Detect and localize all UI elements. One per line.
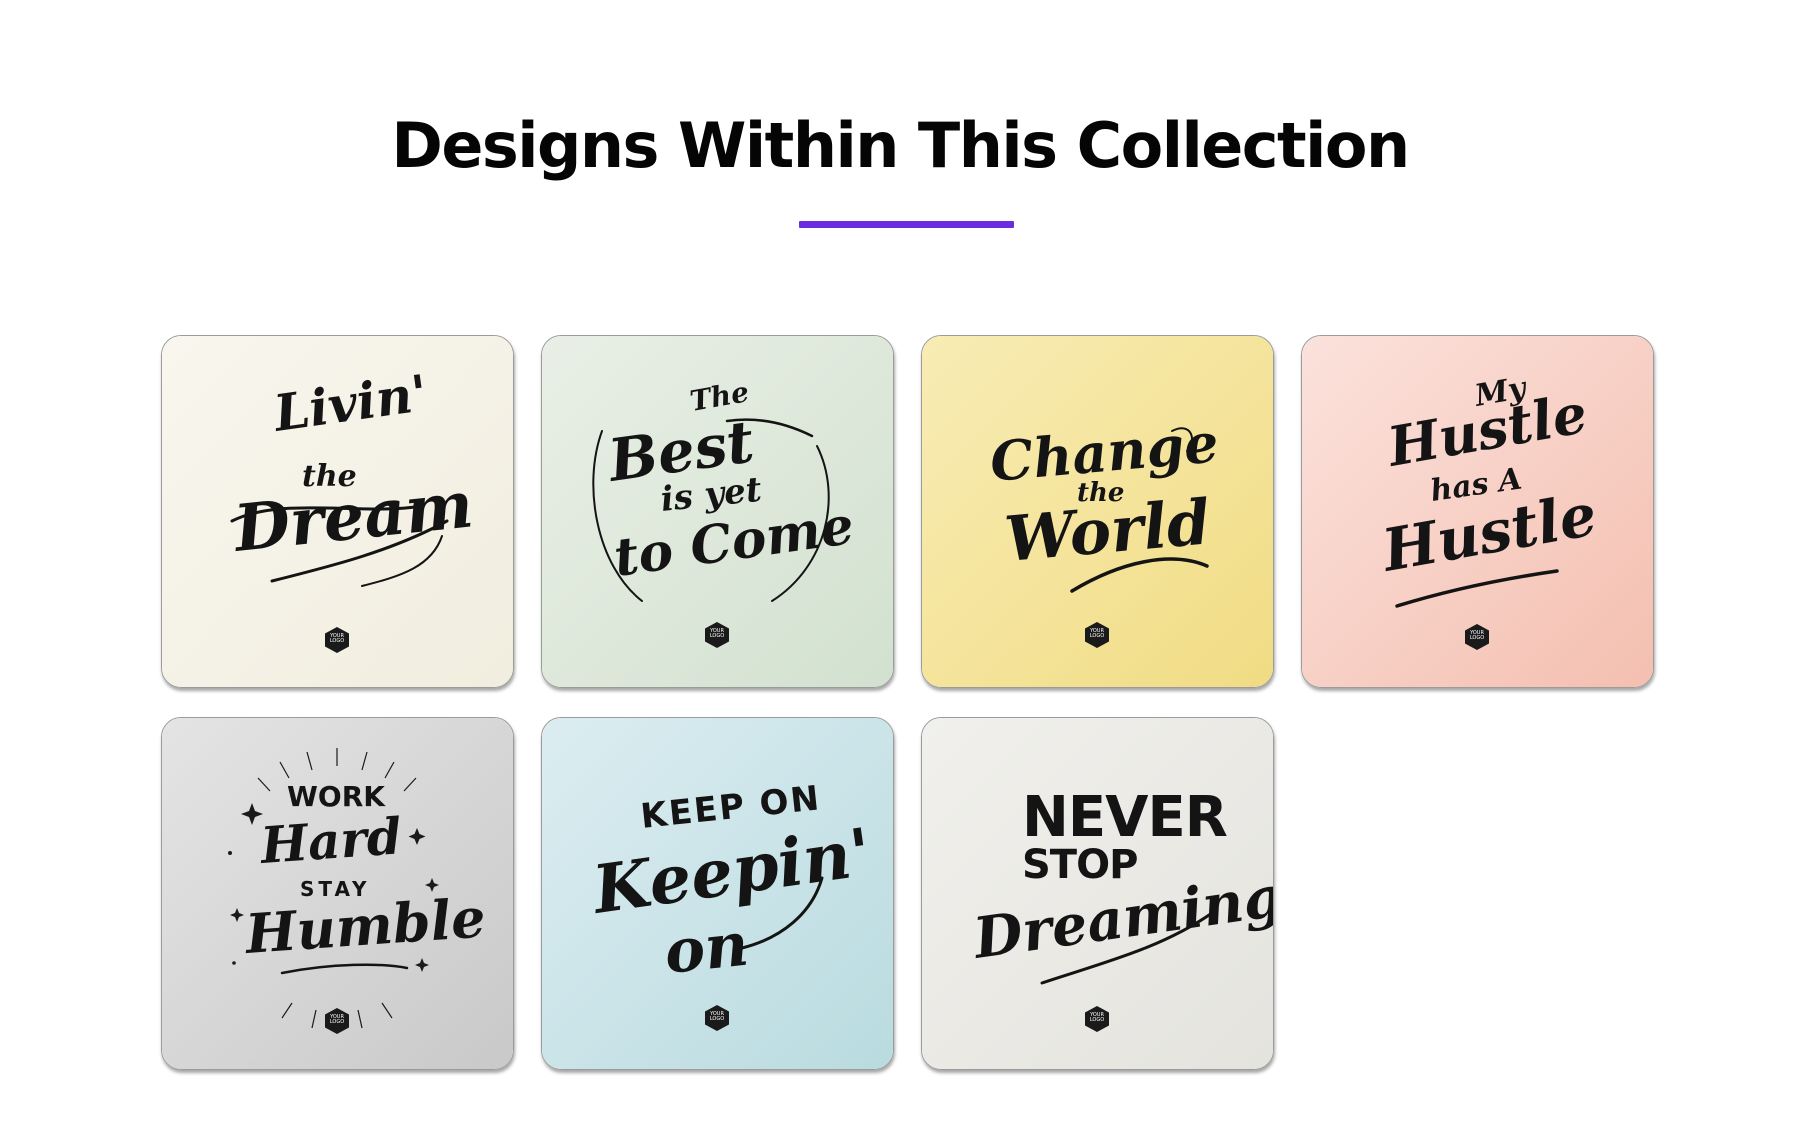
your-logo-badge: YOUR LOGO — [1465, 624, 1489, 650]
design-line: STOP — [1022, 842, 1137, 888]
design-card-work-hard-stay-humble[interactable]: WORK Hard STAY Humble YOUR LOGO — [161, 717, 514, 1070]
your-logo-text: YOUR LOGO — [1089, 628, 1105, 639]
design-line: Hard — [257, 806, 404, 875]
heading-underline — [799, 221, 1014, 228]
design-card-never-stop-dreaming[interactable]: NEVER STOP Dreaming YOUR LOGO — [921, 717, 1274, 1070]
design-card-change-the-world[interactable]: Change the World YOUR LOGO — [921, 335, 1274, 688]
design-card-the-best-is-yet-to-come[interactable]: The Best is yet to Come YOUR LOGO — [541, 335, 894, 688]
your-logo-badge: YOUR LOGO — [1085, 622, 1109, 648]
design-line: NEVER — [1022, 785, 1227, 850]
section-heading: Designs Within This Collection — [391, 109, 1410, 182]
your-logo-badge: YOUR LOGO — [705, 622, 729, 648]
your-logo-text: YOUR LOGO — [1089, 1012, 1105, 1023]
your-logo-text: YOUR LOGO — [709, 1011, 725, 1022]
your-logo-badge: YOUR LOGO — [1085, 1006, 1109, 1032]
your-logo-text: YOUR LOGO — [1469, 630, 1485, 641]
your-logo-text: YOUR LOGO — [329, 633, 345, 644]
design-card-keep-on-keepin-on[interactable]: KEEP ON Keepin' on YOUR LOGO — [541, 717, 894, 1070]
your-logo-text: YOUR LOGO — [709, 628, 725, 639]
your-logo-text: YOUR LOGO — [329, 1014, 345, 1025]
design-card-my-hustle-has-a-hustle[interactable]: My Hustle has A Hustle YOUR LOGO — [1301, 335, 1654, 688]
your-logo-badge: YOUR LOGO — [325, 1008, 349, 1034]
design-card-livin-the-dream[interactable]: Livin' the Dream YOUR LOGO — [161, 335, 514, 688]
your-logo-badge: YOUR LOGO — [325, 627, 349, 653]
design-line: on — [661, 910, 752, 988]
your-logo-badge: YOUR LOGO — [705, 1005, 729, 1031]
